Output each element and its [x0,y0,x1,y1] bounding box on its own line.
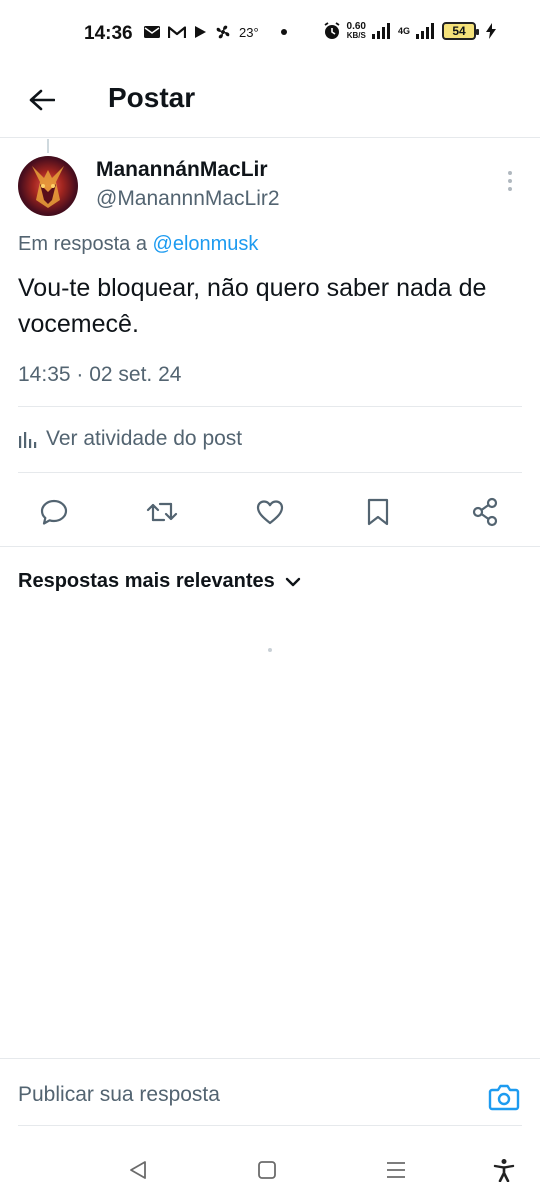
page-title: Postar [108,82,196,113]
divider [18,472,522,473]
bookmark-icon [367,498,389,526]
sort-label: Respostas mais relevantes [18,570,275,592]
message-icon [144,26,160,38]
reply-composer [0,1058,540,1128]
battery-icon: 54 [442,22,479,40]
reply-context: Em resposta a @elonmusk [18,233,258,256]
more-options-button[interactable] [500,168,520,194]
reply-input[interactable] [18,1083,458,1107]
notification-icons: 23° [144,24,287,40]
back-button[interactable] [22,80,62,120]
nav-recents-button[interactable] [378,1152,414,1188]
author-handle[interactable]: @ManannnMacLir2 [96,187,280,211]
pinwheel-icon [216,25,230,39]
charging-icon [486,23,496,39]
chevron-down-icon [285,577,301,586]
square-home-icon [258,1161,276,1179]
triangle-back-icon [130,1161,146,1179]
reply-mention-link[interactable]: @elonmusk [153,233,259,255]
signal-icon [371,23,390,39]
share-button[interactable] [463,490,507,534]
activity-label: Ver atividade do post [46,427,243,450]
top-app-bar: Postar [0,68,540,138]
thread-connector [47,139,49,153]
bookmark-button[interactable] [356,490,400,534]
more-dot [508,171,512,175]
repost-icon [146,502,178,522]
author-name[interactable]: ManannánMacLir [96,158,268,182]
arrow-left-icon [29,89,55,111]
post-activity-link[interactable]: Ver atividade do post [18,427,242,451]
repost-button[interactable] [140,490,184,534]
temperature: 23° [239,24,259,40]
more-notifications-dot [280,29,287,35]
status-time: 14:36 [84,23,133,44]
signal-icon-2 [416,23,434,39]
system-navigation-bar [0,1140,540,1200]
analytics-icon [19,432,37,448]
menu-lines-icon [387,1162,405,1178]
avatar[interactable] [18,156,78,216]
nav-back-button[interactable] [120,1152,156,1188]
share-icon [472,497,498,527]
section-divider [0,546,540,547]
gmail-icon [168,25,186,38]
alarm-icon [324,22,340,39]
speed-unit: KB/S [346,31,366,40]
reply-button[interactable] [32,490,76,534]
reply-icon [40,499,68,525]
composer-divider [18,1125,522,1126]
avatar-image [32,166,64,208]
status-bar: 14:36 23° 0.60 KB/S 4G 54 [0,0,540,68]
divider [18,406,522,407]
play-icon [195,26,206,38]
accessibility-icon [493,1159,515,1182]
post-actions [0,490,540,534]
loading-indicator [268,648,272,652]
heart-icon [256,500,284,525]
accessibility-button[interactable] [486,1152,522,1188]
system-icons: 0.60 KB/S 4G 54 [323,22,496,40]
more-dot [508,179,512,183]
nav-home-button[interactable] [249,1152,285,1188]
speed-value: 0.60 [346,21,366,32]
battery-level: 54 [452,24,466,38]
post-timestamp: 14:35 · 02 set. 24 [18,363,182,386]
camera-icon [488,1084,520,1111]
post-text: Vou-te bloquear, não quero saber nada de… [18,274,487,338]
more-dot [508,187,512,191]
camera-button[interactable] [486,1081,522,1113]
replies-sort-dropdown[interactable]: Respostas mais relevantes [18,570,301,593]
network-speed: 0.60 KB/S [346,21,366,41]
reply-prefix: Em resposta a [18,233,147,255]
network-type: 4G [397,26,410,36]
like-button[interactable] [248,490,292,534]
